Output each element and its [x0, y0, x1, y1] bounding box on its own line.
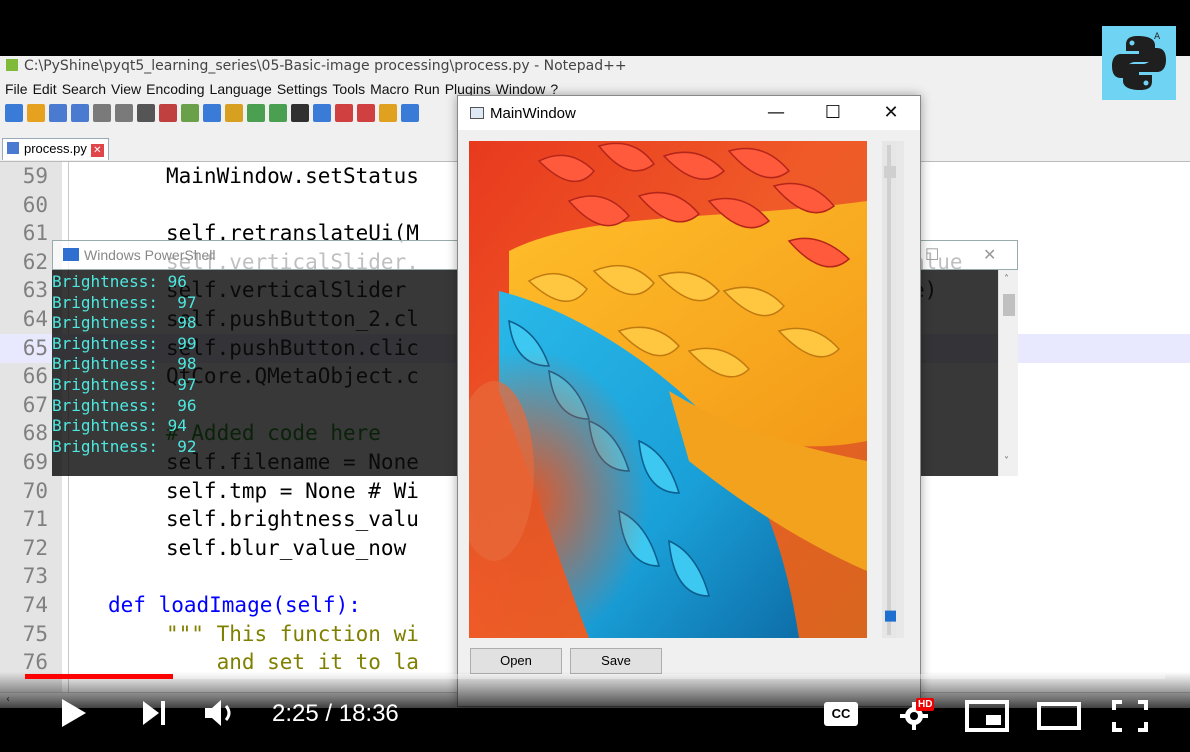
progress-bar[interactable]	[25, 674, 1165, 679]
parrot-feather-image	[469, 141, 867, 638]
menu-item[interactable]: Search	[62, 81, 106, 97]
tab-process-py[interactable]: process.py ✕	[2, 138, 109, 160]
line-number: 72	[22, 535, 48, 560]
console-line: Brightness: 96	[52, 272, 187, 291]
captions-button[interactable]: CC	[824, 702, 858, 726]
toolbar-button-icon[interactable]	[269, 104, 287, 122]
save-button[interactable]: Save	[570, 648, 662, 674]
menu-item[interactable]: Language	[210, 81, 272, 97]
time-display: 2:25 / 18:36	[272, 700, 399, 727]
blur-slider[interactable]	[896, 141, 904, 638]
maximize-icon[interactable]: ☐	[925, 245, 939, 265]
console-line: Brightness: 98	[52, 354, 197, 374]
console-line: Brightness: 97	[52, 292, 197, 312]
line-number: 67	[22, 392, 48, 417]
menu-item[interactable]: Tools	[332, 81, 365, 97]
line-number: 73	[22, 564, 48, 589]
line-number: 64	[22, 307, 48, 331]
main-window-title-bar: MainWindow — ☐ ✕	[458, 96, 920, 130]
settings-button[interactable]: HD	[898, 698, 938, 732]
svg-text:A: A	[1154, 32, 1161, 42]
next-icon[interactable]	[140, 696, 170, 730]
fullscreen-icon[interactable]	[1110, 698, 1150, 734]
toolbar-button-icon[interactable]	[93, 104, 111, 122]
volume-icon[interactable]	[202, 696, 238, 730]
console-line: Brightness: 99	[52, 333, 197, 353]
powershell-scrollbar[interactable]: ˄ ˅	[998, 270, 1018, 476]
menu-item[interactable]: View	[111, 81, 141, 97]
line-number: 66	[22, 364, 48, 389]
console-line: Brightness: 97	[52, 375, 197, 394]
line-number: 70	[22, 478, 48, 503]
tab-label: process.py	[24, 141, 87, 156]
video-controls: 2:25 / 18:36 CC HD	[0, 672, 1190, 752]
line-code: MainWindow.setStatus	[166, 164, 419, 188]
toolbar-button-icon[interactable]	[313, 104, 331, 122]
toolbar-button-icon[interactable]	[159, 104, 177, 122]
toolbar-button-icon[interactable]	[225, 104, 243, 122]
scroll-thumb[interactable]	[1003, 294, 1015, 316]
toolbar-button-icon[interactable]	[49, 104, 67, 122]
powershell-icon	[63, 248, 79, 261]
notepad-title-bar: C:\PyShine\pyqt5_learning_series\05-Basi…	[0, 56, 1190, 78]
line-number: 60	[22, 192, 48, 217]
slider-handle[interactable]	[885, 610, 896, 622]
close-icon[interactable]: ✕	[983, 245, 996, 265]
line-number: 69	[22, 450, 48, 474]
line-number: 62	[22, 249, 48, 274]
console-line: Brightness: 96	[52, 395, 197, 415]
progress-played	[25, 674, 174, 679]
console-line: Brightness: 98	[52, 313, 197, 333]
window-app-icon	[470, 107, 484, 119]
line-number: 59	[22, 164, 48, 188]
toolbar-button-icon[interactable]	[401, 104, 419, 122]
close-button[interactable]: ✕	[871, 101, 911, 125]
menu-item[interactable]: File	[5, 81, 28, 97]
play-icon[interactable]	[56, 696, 90, 730]
hd-badge: HD	[916, 698, 935, 711]
menu-item[interactable]: Run	[414, 81, 440, 97]
main-window: MainWindow — ☐ ✕ Open Save	[457, 95, 921, 707]
toolbar-button-icon[interactable]	[181, 104, 199, 122]
theater-mode-icon[interactable]	[1036, 698, 1082, 734]
toolbar-button-icon[interactable]	[5, 104, 23, 122]
line-number: 75	[22, 621, 48, 646]
console-line: Brightness: 94	[52, 416, 187, 436]
toolbar-button-icon[interactable]	[137, 104, 155, 122]
video-letterbox	[0, 8, 1190, 56]
open-button[interactable]: Open	[470, 648, 562, 674]
toolbar-button-icon[interactable]	[71, 104, 89, 122]
toolbar-button-icon[interactable]	[379, 104, 397, 122]
powershell-title: Windows PowerShell	[84, 247, 216, 263]
line-code: def loadImage(self):	[108, 593, 361, 617]
python-logo-icon: A	[1102, 26, 1176, 100]
notepad-title: C:\PyShine\pyqt5_learning_series\05-Basi…	[24, 58, 627, 74]
toolbar-button-icon[interactable]	[27, 104, 45, 122]
line-number: 68	[22, 421, 48, 446]
miniplayer-icon[interactable]	[964, 698, 1010, 734]
main-window-title: MainWindow	[490, 105, 576, 122]
line-number: 65	[22, 335, 48, 360]
maximize-button[interactable]: ☐	[813, 101, 853, 125]
notepad-app-icon	[6, 59, 18, 71]
menu-item[interactable]: Settings	[277, 81, 328, 97]
toolbar-button-icon[interactable]	[247, 104, 265, 122]
line-number: 61	[22, 221, 48, 246]
toolbar-button-icon[interactable]	[291, 104, 309, 122]
toolbar-button-icon[interactable]	[335, 104, 353, 122]
save-disk-icon	[7, 142, 19, 154]
toolbar-button-icon[interactable]	[203, 104, 221, 122]
toolbar-button-icon[interactable]	[357, 104, 375, 122]
minimize-button[interactable]: —	[756, 101, 796, 125]
line-code: self.blur_value_now	[166, 535, 419, 560]
menu-item[interactable]: Encoding	[146, 81, 204, 97]
menu-item[interactable]: Edit	[33, 81, 57, 97]
close-tab-icon[interactable]: ✕	[90, 144, 104, 157]
menu-item[interactable]: Macro	[370, 81, 409, 97]
toolbar-button-icon[interactable]	[115, 104, 133, 122]
line-number: 63	[22, 278, 48, 303]
line-number: 74	[22, 593, 48, 617]
line-number: 71	[22, 507, 48, 532]
console-line: Brightness: 92	[52, 436, 197, 456]
